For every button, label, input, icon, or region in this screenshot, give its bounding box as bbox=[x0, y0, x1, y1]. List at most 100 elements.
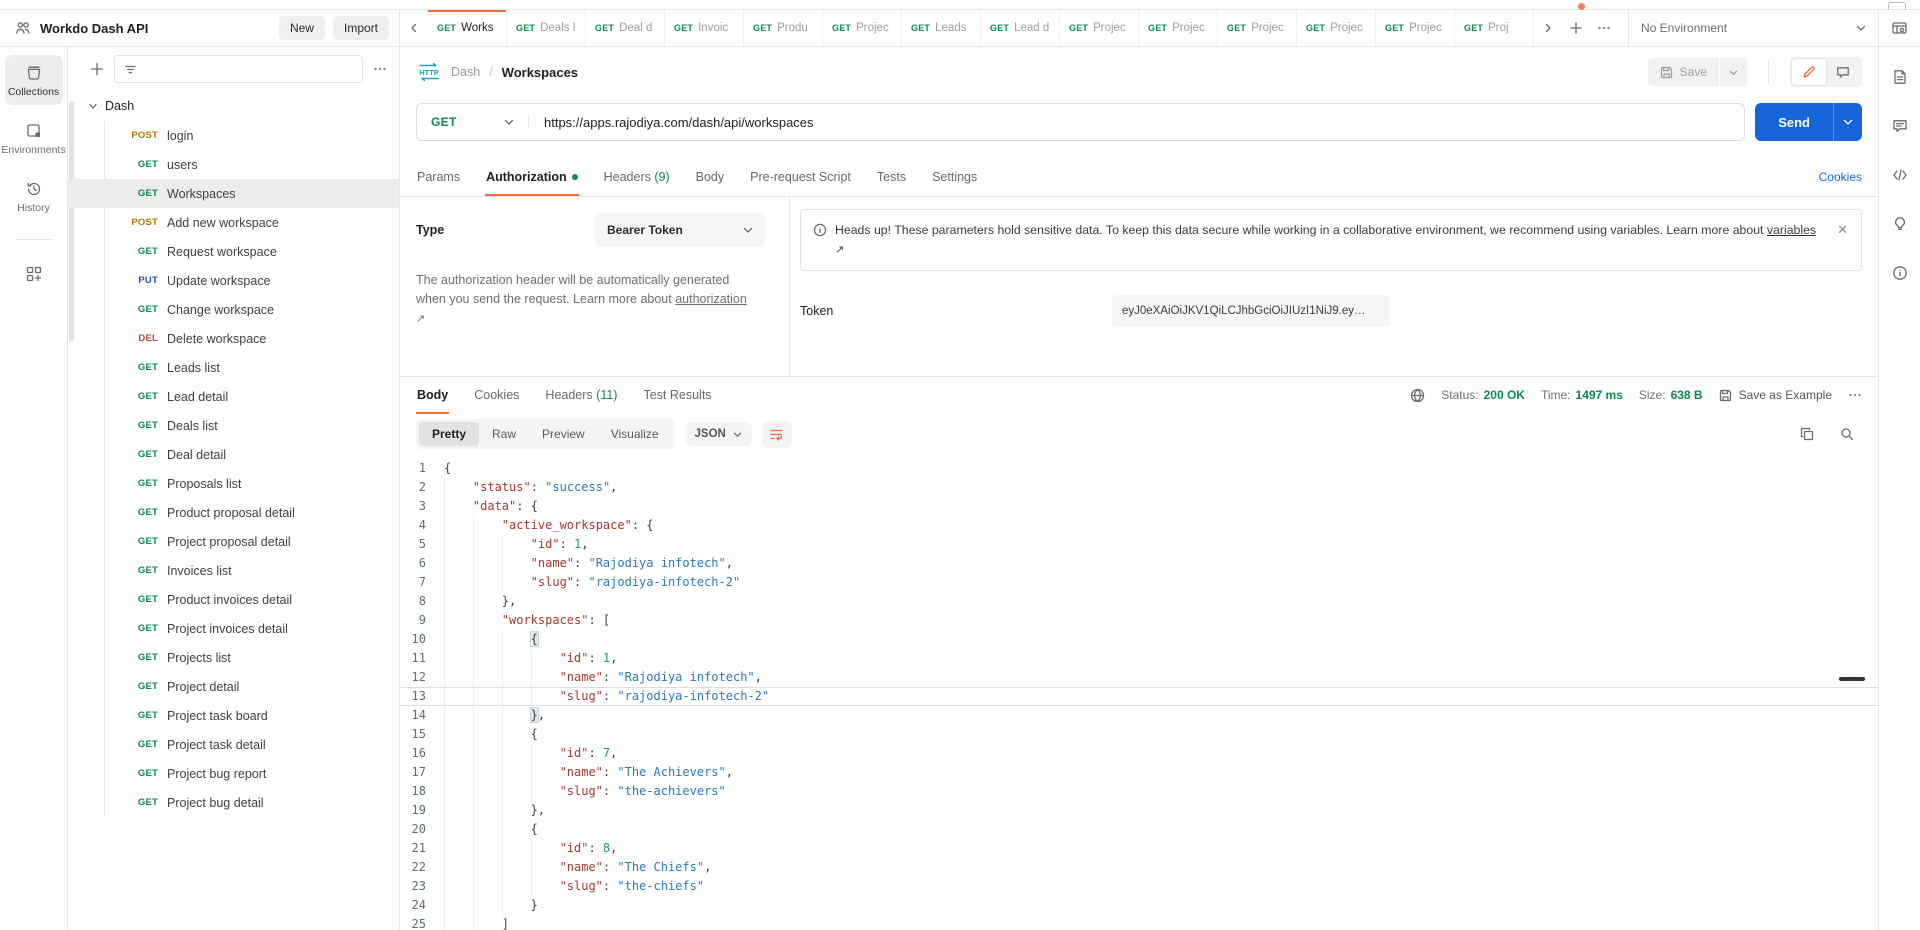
save-as-example-button[interactable]: Save as Example bbox=[1719, 388, 1832, 402]
import-button[interactable]: Import bbox=[333, 16, 389, 40]
request-list-item[interactable]: GETProject proposal detail bbox=[68, 527, 399, 556]
response-body-code[interactable]: 1{2"status": "success",3"data": {4"activ… bbox=[400, 455, 1878, 930]
cookies-link[interactable]: Cookies bbox=[1819, 170, 1862, 184]
save-button[interactable]: Save bbox=[1648, 58, 1719, 86]
code-line-13[interactable]: 13"slug": "rajodiya-infotech-2" bbox=[400, 687, 1878, 706]
scrollbar-marker[interactable] bbox=[1839, 677, 1865, 681]
request-list-item[interactable]: GETLeads list bbox=[68, 353, 399, 382]
view-visualize[interactable]: Visualize bbox=[598, 422, 672, 446]
request-list-item[interactable]: GETProposals list bbox=[68, 469, 399, 498]
open-tab-9[interactable]: GETProjec bbox=[1060, 10, 1139, 46]
request-list-item[interactable]: GETDeal detail bbox=[68, 440, 399, 469]
response-tab-test-results[interactable]: Test Results bbox=[642, 377, 712, 413]
response-more-icon[interactable] bbox=[1848, 388, 1862, 402]
tabs-scroll-right-icon[interactable] bbox=[1534, 10, 1562, 46]
open-tab-5[interactable]: GETProdu bbox=[744, 10, 823, 46]
breadcrumb-collection[interactable]: Dash bbox=[451, 65, 480, 79]
open-tab-14[interactable]: GETProj bbox=[1455, 10, 1534, 46]
code-line-16[interactable]: 16"id": 7, bbox=[400, 744, 1878, 763]
code-line-14[interactable]: 14}, bbox=[400, 706, 1878, 725]
tab-body[interactable]: Body bbox=[695, 159, 726, 195]
token-value-field[interactable]: eyJ0eXAiOiJKV1QiLCJhbGciOiJIUzI1NiJ9.ey… bbox=[1112, 295, 1390, 327]
send-button[interactable]: Send bbox=[1755, 103, 1833, 141]
response-tab-body[interactable]: Body bbox=[416, 377, 449, 413]
code-line-6[interactable]: 6"name": "Rajodiya infotech", bbox=[400, 554, 1878, 573]
request-list-item[interactable]: POSTlogin bbox=[68, 121, 399, 150]
url-input[interactable]: https://apps.rajodiya.com/dash/api/works… bbox=[529, 115, 829, 130]
wrap-lines-button[interactable] bbox=[762, 421, 792, 448]
code-line-20[interactable]: 20{ bbox=[400, 820, 1878, 839]
request-list-item[interactable]: GETProduct proposal detail bbox=[68, 498, 399, 527]
add-blocks-icon[interactable] bbox=[5, 256, 63, 290]
code-line-17[interactable]: 17"name": "The Achievers", bbox=[400, 763, 1878, 782]
code-line-11[interactable]: 11"id": 1, bbox=[400, 649, 1878, 668]
send-options-chevron[interactable] bbox=[1833, 103, 1862, 141]
banner-close-icon[interactable]: ✕ bbox=[1837, 220, 1848, 240]
request-list-item[interactable]: GETChange workspace bbox=[68, 295, 399, 324]
request-list-item[interactable]: GETLead detail bbox=[68, 382, 399, 411]
code-line-1[interactable]: 1{ bbox=[400, 459, 1878, 478]
code-line-12[interactable]: 12"name": "Rajodiya infotech", bbox=[400, 668, 1878, 687]
code-line-8[interactable]: 8}, bbox=[400, 592, 1878, 611]
tab-settings[interactable]: Settings bbox=[931, 159, 978, 195]
request-list-item[interactable]: GETWorkspaces bbox=[68, 179, 399, 208]
response-tab-headers[interactable]: Headers (11) bbox=[544, 377, 618, 413]
request-list-item[interactable]: GETProject detail bbox=[68, 672, 399, 701]
edit-mode-button[interactable] bbox=[1792, 59, 1826, 85]
save-options-chevron[interactable] bbox=[1720, 61, 1747, 84]
comments-icon[interactable] bbox=[1892, 118, 1908, 134]
open-tab-7[interactable]: GETLeads bbox=[902, 10, 981, 46]
request-list-item[interactable]: GETProject bug detail bbox=[68, 788, 399, 817]
request-list-item[interactable]: GETusers bbox=[68, 150, 399, 179]
tab-params[interactable]: Params bbox=[416, 159, 461, 195]
request-list-item[interactable]: POSTAdd new workspace bbox=[68, 208, 399, 237]
request-list-item[interactable]: GETRequest workspace bbox=[68, 237, 399, 266]
comments-mode-button[interactable] bbox=[1826, 59, 1860, 85]
code-line-25[interactable]: 25] bbox=[400, 915, 1878, 930]
open-tab-12[interactable]: GETProjec bbox=[1297, 10, 1376, 46]
code-line-7[interactable]: 7"slug": "rajodiya-infotech-2" bbox=[400, 573, 1878, 592]
code-line-23[interactable]: 23"slug": "the-chiefs" bbox=[400, 877, 1878, 896]
format-dropdown[interactable]: JSON bbox=[685, 422, 752, 446]
sidebar-more-icon[interactable] bbox=[373, 62, 387, 76]
auth-type-select[interactable]: Bearer Token bbox=[595, 213, 765, 247]
network-icon[interactable] bbox=[1410, 388, 1425, 403]
view-pretty[interactable]: Pretty bbox=[419, 422, 479, 446]
sidebar-item-environments[interactable]: Environments bbox=[5, 113, 63, 163]
environment-quick-look-icon[interactable] bbox=[1878, 10, 1920, 46]
open-tab-8[interactable]: GETLead d bbox=[981, 10, 1060, 46]
code-line-19[interactable]: 19}, bbox=[400, 801, 1878, 820]
documentation-icon[interactable] bbox=[1892, 69, 1908, 85]
method-dropdown[interactable]: GET bbox=[417, 115, 529, 129]
open-tab-10[interactable]: GETProjec bbox=[1139, 10, 1218, 46]
environment-selector[interactable]: No Environment bbox=[1628, 10, 1878, 46]
variables-docs-link[interactable]: variables bbox=[1767, 223, 1816, 237]
related-requests-icon[interactable] bbox=[1892, 216, 1908, 232]
code-line-15[interactable]: 15{ bbox=[400, 725, 1878, 744]
tab-options-icon[interactable] bbox=[1590, 10, 1618, 46]
open-tab-1[interactable]: GETWorks bbox=[428, 10, 507, 46]
tab-authorization[interactable]: Authorization bbox=[485, 159, 579, 195]
tab-headers[interactable]: Headers (9) bbox=[603, 159, 671, 195]
sidebar-item-collections[interactable]: Collections bbox=[5, 55, 63, 105]
open-tab-2[interactable]: GETDeals l bbox=[507, 10, 586, 46]
breadcrumb-request-name[interactable]: Workspaces bbox=[502, 65, 578, 80]
request-list-item[interactable]: PUTUpdate workspace bbox=[68, 266, 399, 295]
code-line-21[interactable]: 21"id": 8, bbox=[400, 839, 1878, 858]
request-list-item[interactable]: GETProject task board bbox=[68, 701, 399, 730]
code-line-3[interactable]: 3"data": { bbox=[400, 497, 1878, 516]
add-request-icon[interactable] bbox=[90, 62, 104, 76]
collection-dash[interactable]: Dash bbox=[68, 91, 399, 121]
response-tab-cookies[interactable]: Cookies bbox=[473, 377, 520, 413]
new-button[interactable]: New bbox=[279, 16, 325, 40]
code-line-4[interactable]: 4"active_workspace": { bbox=[400, 516, 1878, 535]
tabs-scroll-left-icon[interactable] bbox=[400, 10, 428, 46]
code-snippet-icon[interactable] bbox=[1892, 167, 1908, 183]
tab-pre-request-script[interactable]: Pre-request Script bbox=[749, 159, 852, 195]
code-line-5[interactable]: 5"id": 1, bbox=[400, 535, 1878, 554]
request-list-item[interactable]: GETInvoices list bbox=[68, 556, 399, 585]
open-tab-13[interactable]: GETProjec bbox=[1376, 10, 1455, 46]
open-tab-6[interactable]: GETProjec bbox=[823, 10, 902, 46]
search-icon[interactable] bbox=[1832, 421, 1862, 448]
request-list-item[interactable]: GETProduct invoices detail bbox=[68, 585, 399, 614]
